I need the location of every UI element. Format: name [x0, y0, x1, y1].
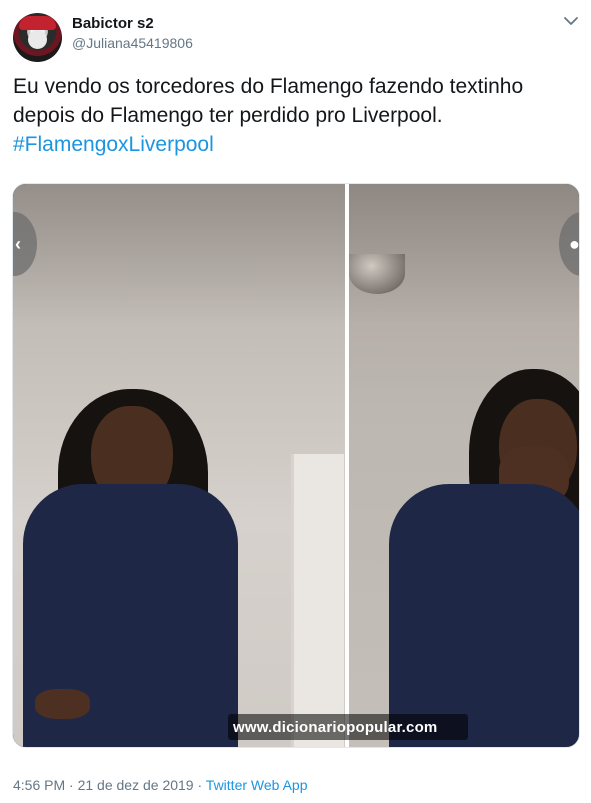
video-frame-left: [13, 184, 345, 747]
avatar-cap: [19, 16, 56, 30]
media-video[interactable]: www.dicionariopopular.com ‹ ●: [12, 183, 580, 748]
hashtag-link[interactable]: #FlamengoxLiverpool: [13, 130, 578, 159]
video-watermark: www.dicionariopopular.com: [233, 719, 438, 736]
person-sweater: [389, 484, 579, 747]
author-handle[interactable]: @Juliana45419806: [72, 35, 193, 51]
avatar-face: [28, 30, 47, 49]
tweet-date[interactable]: 21 de dez de 2019: [78, 777, 194, 793]
tweet-text-line-2: depois do Flamengo ter perdido pro Liver…: [13, 104, 443, 127]
avatar[interactable]: [13, 13, 62, 62]
tweet-text: Eu vendo os torcedores do Flamengo fazen…: [13, 72, 578, 159]
chevron-left-icon: ‹: [15, 234, 21, 254]
chevron-down-icon[interactable]: [562, 14, 580, 28]
ceiling-lamp: [349, 254, 405, 294]
tweet-metadata: 4:56 PM · 21 de dez de 2019 · Twitter We…: [13, 777, 307, 793]
tweet-source-link[interactable]: Twitter Web App: [206, 777, 308, 793]
tweet-time[interactable]: 4:56 PM: [13, 777, 65, 793]
tweet-text-line-1: Eu vendo os torcedores do Flamengo fazen…: [13, 75, 524, 98]
meta-separator: ·: [65, 777, 78, 793]
author-display-name[interactable]: Babictor s2: [72, 15, 154, 32]
dot-icon: ●: [569, 234, 580, 254]
meta-separator: ·: [193, 777, 206, 793]
door: [291, 454, 344, 747]
video-frame-right: [349, 184, 579, 747]
